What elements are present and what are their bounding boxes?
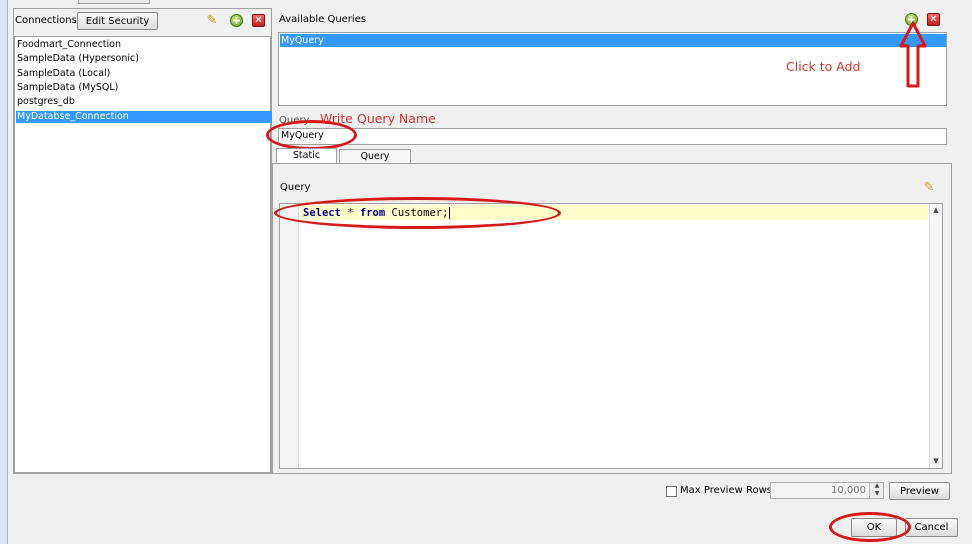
connection-item[interactable]: postgres_db bbox=[16, 96, 271, 108]
connection-item[interactable]: Foodmart_Connection bbox=[16, 39, 271, 51]
spinner-down-icon[interactable]: ▼ bbox=[871, 490, 883, 497]
add-connection-icon[interactable]: + bbox=[230, 14, 243, 27]
available-queries-label: Available Queries bbox=[279, 14, 367, 25]
annotation-oval-ok bbox=[829, 512, 911, 542]
max-preview-spinner[interactable]: 10,000 ▲ ▼ bbox=[770, 482, 884, 499]
connections-label: Connections: bbox=[15, 15, 81, 26]
annotation-oval-query-name bbox=[266, 120, 357, 150]
query-name-field[interactable]: MyQuery bbox=[278, 128, 947, 145]
editor-gutter bbox=[280, 204, 299, 468]
max-preview-checkbox[interactable] bbox=[666, 486, 677, 497]
connection-item[interactable]: SampleData (Hypersonic) bbox=[16, 53, 271, 65]
scroll-down-icon[interactable]: ▼ bbox=[930, 457, 942, 465]
annotation-arrow-icon bbox=[899, 21, 927, 88]
cancel-button[interactable]: Cancel bbox=[905, 518, 958, 537]
tab-query-scripting[interactable]: Query Scripting bbox=[339, 149, 411, 176]
delete-query-icon[interactable]: ✕ bbox=[927, 13, 940, 26]
connection-item[interactable]: SampleData (MySQL) bbox=[16, 82, 271, 94]
top-tab-stub bbox=[78, 0, 150, 4]
max-preview-label: Max Preview Rows bbox=[680, 485, 772, 496]
delete-connection-icon[interactable]: ✕ bbox=[252, 14, 265, 27]
edit-query-pencil-icon[interactable]: ✎ bbox=[922, 180, 936, 195]
editor-scrollbar[interactable]: ▲ ▼ bbox=[929, 204, 942, 468]
click-to-add-annotation: Click to Add bbox=[786, 59, 861, 74]
query-editor-label: Query bbox=[280, 182, 311, 193]
max-preview-value: 10,000 bbox=[831, 485, 866, 496]
tab-static-query[interactable]: Static Query bbox=[276, 148, 337, 175]
query-editor[interactable]: Select * from Customer; ▲ ▼ bbox=[279, 203, 943, 469]
spinner-up-icon[interactable]: ▲ bbox=[871, 482, 883, 489]
edit-connection-pencil-icon[interactable]: ✎ bbox=[205, 13, 219, 28]
connections-list: Foodmart_Connection SampleData (Hyperson… bbox=[14, 36, 272, 473]
query-item-selected[interactable]: MyQuery bbox=[280, 34, 946, 47]
scroll-up-icon[interactable]: ▲ bbox=[930, 206, 942, 214]
connection-item-selected[interactable]: MyDatabse_Connection bbox=[16, 111, 272, 123]
preview-button[interactable]: Preview bbox=[889, 482, 950, 500]
edit-security-button[interactable]: Edit Security bbox=[77, 12, 158, 30]
spinner-arrows[interactable]: ▲ ▼ bbox=[869, 482, 883, 498]
connection-item[interactable]: SampleData (Local) bbox=[16, 68, 271, 80]
window-left-border bbox=[0, 0, 8, 544]
annotation-oval-query bbox=[274, 197, 561, 229]
